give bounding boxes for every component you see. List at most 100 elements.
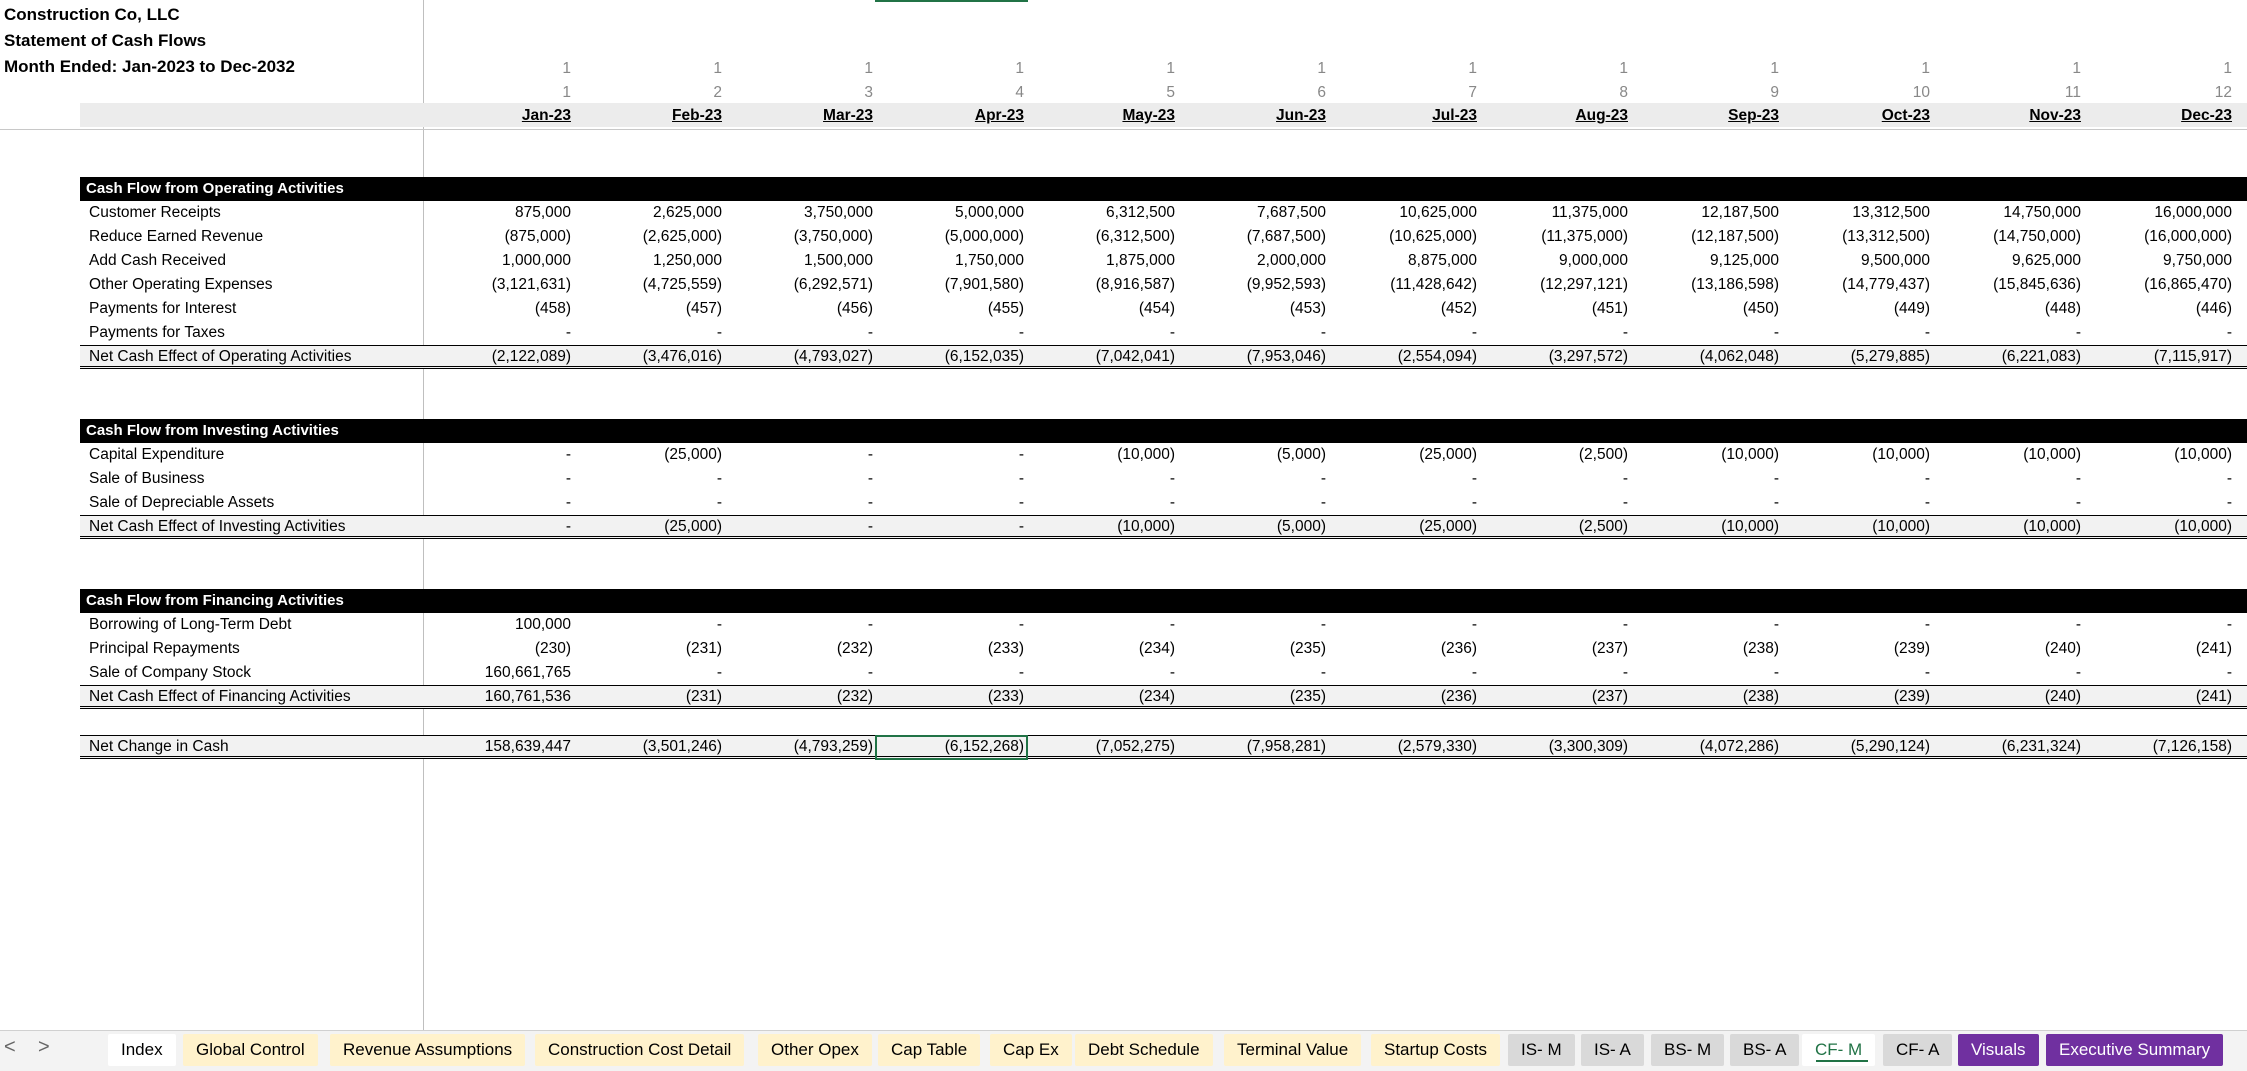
subtotal-cell[interactable]: (5,279,885) (1790, 347, 1930, 366)
sheet-tab[interactable]: Terminal Value (1224, 1034, 1362, 1066)
subtotal-cell[interactable]: (6,152,035) (884, 347, 1024, 366)
value-cell[interactable]: (236) (1337, 639, 1477, 658)
sheet-tab[interactable]: Executive Summary (2046, 1034, 2224, 1066)
value-cell[interactable]: (7,901,580) (884, 275, 1024, 294)
value-cell[interactable]: - (2092, 493, 2232, 512)
value-cell[interactable]: (11,375,000) (1488, 227, 1628, 246)
value-cell[interactable]: - (1337, 615, 1477, 634)
value-cell[interactable]: 14,750,000 (1941, 203, 2081, 222)
value-cell[interactable]: (14,750,000) (1941, 227, 2081, 246)
value-cell[interactable]: (451) (1488, 299, 1628, 318)
value-cell[interactable]: (875,000) (431, 227, 571, 246)
net-change-cell[interactable]: (6,231,324) (1941, 737, 2081, 756)
sheet-tab[interactable]: Construction Cost Detail (535, 1034, 745, 1066)
value-cell[interactable]: (5,000) (1186, 445, 1326, 464)
value-cell[interactable]: (12,297,121) (1488, 275, 1628, 294)
value-cell[interactable]: - (1639, 493, 1779, 512)
sheet-tab[interactable]: Global Control (183, 1034, 318, 1066)
value-cell[interactable]: - (1639, 469, 1779, 488)
value-cell[interactable]: (452) (1337, 299, 1477, 318)
value-cell[interactable]: (9,952,593) (1186, 275, 1326, 294)
value-cell[interactable]: 6,312,500 (1035, 203, 1175, 222)
net-change-cell[interactable]: (2,579,330) (1337, 737, 1477, 756)
value-cell[interactable]: (453) (1186, 299, 1326, 318)
value-cell[interactable]: 10,625,000 (1337, 203, 1477, 222)
subtotal-cell[interactable]: (235) (1186, 687, 1326, 706)
value-cell[interactable]: - (1035, 663, 1175, 682)
value-cell[interactable]: (12,187,500) (1639, 227, 1779, 246)
value-cell[interactable]: (6,312,500) (1035, 227, 1175, 246)
sheet-tab[interactable]: Index (108, 1034, 176, 1066)
value-cell[interactable]: 875,000 (431, 203, 571, 222)
value-cell[interactable]: - (431, 445, 571, 464)
subtotal-cell[interactable]: (25,000) (582, 517, 722, 536)
value-cell[interactable]: (450) (1639, 299, 1779, 318)
value-cell[interactable]: 1,250,000 (582, 251, 722, 270)
value-cell[interactable]: - (1337, 469, 1477, 488)
sheet-tab[interactable]: IS- A (1581, 1034, 1644, 1066)
value-cell[interactable]: (3,750,000) (733, 227, 873, 246)
value-cell[interactable]: - (1941, 323, 2081, 342)
value-cell[interactable]: (231) (582, 639, 722, 658)
value-cell[interactable]: - (1186, 469, 1326, 488)
subtotal-cell[interactable]: 160,761,536 (431, 687, 571, 706)
value-cell[interactable]: 100,000 (431, 615, 571, 634)
net-change-cell[interactable]: (5,290,124) (1790, 737, 1930, 756)
value-cell[interactable]: (10,000) (1639, 445, 1779, 464)
value-cell[interactable]: 8,875,000 (1337, 251, 1477, 270)
value-cell[interactable]: (16,000,000) (2092, 227, 2232, 246)
subtotal-cell[interactable]: (10,000) (1790, 517, 1930, 536)
value-cell[interactable]: (15,845,636) (1941, 275, 2081, 294)
value-cell[interactable]: 1,750,000 (884, 251, 1024, 270)
subtotal-cell[interactable]: (3,297,572) (1488, 347, 1628, 366)
value-cell[interactable]: - (1790, 323, 1930, 342)
value-cell[interactable]: - (1941, 663, 2081, 682)
value-cell[interactable]: (8,916,587) (1035, 275, 1175, 294)
value-cell[interactable]: (238) (1639, 639, 1779, 658)
value-cell[interactable]: 9,625,000 (1941, 251, 2081, 270)
value-cell[interactable]: - (1035, 615, 1175, 634)
value-cell[interactable]: (455) (884, 299, 1024, 318)
value-cell[interactable]: - (582, 663, 722, 682)
value-cell[interactable]: (454) (1035, 299, 1175, 318)
value-cell[interactable]: - (582, 469, 722, 488)
value-cell[interactable]: (11,428,642) (1337, 275, 1477, 294)
net-change-cell[interactable]: (3,501,246) (582, 737, 722, 756)
value-cell[interactable]: - (1488, 493, 1628, 512)
value-cell[interactable]: (235) (1186, 639, 1326, 658)
subtotal-cell[interactable]: (4,062,048) (1639, 347, 1779, 366)
net-change-cell[interactable]: (7,958,281) (1186, 737, 1326, 756)
value-cell[interactable]: (449) (1790, 299, 1930, 318)
value-cell[interactable]: - (1790, 663, 1930, 682)
value-cell[interactable]: (10,000) (1035, 445, 1175, 464)
net-change-cell[interactable]: (3,300,309) (1488, 737, 1628, 756)
value-cell[interactable]: - (1337, 663, 1477, 682)
value-cell[interactable]: - (1035, 323, 1175, 342)
value-cell[interactable]: (240) (1941, 639, 2081, 658)
sheet-tab[interactable]: Startup Costs (1371, 1034, 1500, 1066)
value-cell[interactable]: (6,292,571) (733, 275, 873, 294)
sheet-tab[interactable]: CF- A (1883, 1034, 1953, 1066)
subtotal-cell[interactable]: (5,000) (1186, 517, 1326, 536)
value-cell[interactable]: (10,625,000) (1337, 227, 1477, 246)
subtotal-cell[interactable]: (231) (582, 687, 722, 706)
subtotal-cell[interactable]: (6,221,083) (1941, 347, 2081, 366)
value-cell[interactable]: (5,000,000) (884, 227, 1024, 246)
value-cell[interactable]: (2,500) (1488, 445, 1628, 464)
value-cell[interactable]: (446) (2092, 299, 2232, 318)
sheet-tab[interactable]: Debt Schedule (1075, 1034, 1213, 1066)
sheet-tab[interactable]: BS- M (1651, 1034, 1725, 1066)
sheet-tab[interactable]: IS- M (1508, 1034, 1575, 1066)
value-cell[interactable]: (448) (1941, 299, 2081, 318)
value-cell[interactable]: - (1488, 469, 1628, 488)
value-cell[interactable]: - (1639, 323, 1779, 342)
value-cell[interactable]: 160,661,765 (431, 663, 571, 682)
value-cell[interactable]: (234) (1035, 639, 1175, 658)
value-cell[interactable]: - (884, 663, 1024, 682)
value-cell[interactable]: 2,000,000 (1186, 251, 1326, 270)
subtotal-cell[interactable]: (234) (1035, 687, 1175, 706)
value-cell[interactable]: (14,779,437) (1790, 275, 1930, 294)
value-cell[interactable]: (16,865,470) (2092, 275, 2232, 294)
value-cell[interactable]: 9,000,000 (1488, 251, 1628, 270)
value-cell[interactable]: (4,725,559) (582, 275, 722, 294)
